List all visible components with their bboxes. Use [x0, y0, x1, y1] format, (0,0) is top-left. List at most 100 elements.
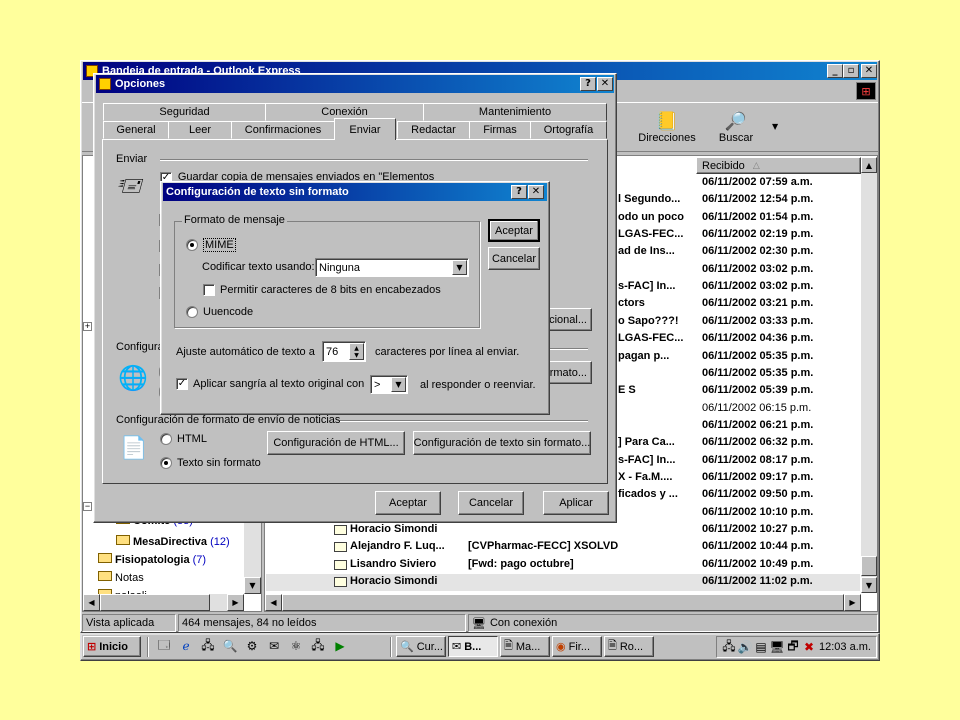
mime-radio[interactable]: [186, 239, 198, 251]
opciones-aplicar-button[interactable]: Aplicar: [543, 491, 609, 515]
message-subject: ficados y ...: [618, 488, 678, 501]
chevron-down-icon[interactable]: ▼: [391, 377, 406, 392]
task-button-ma[interactable]: 🗎 Ma...: [500, 636, 550, 657]
message-vscroll-down-icon[interactable]: ▼: [861, 577, 877, 593]
permitir-8bits-checkbox[interactable]: [203, 284, 215, 296]
task-button-fir[interactable]: ◉ Fir...: [552, 636, 602, 657]
tab-seguridad[interactable]: Seguridad: [103, 103, 266, 121]
options-icon: [99, 78, 111, 90]
app-icon[interactable]: ⚛: [288, 638, 304, 654]
sangria-select[interactable]: > ▼: [370, 375, 408, 394]
envelope-icon: [334, 559, 347, 570]
folder-hscroll-right-icon[interactable]: ▶: [227, 594, 244, 611]
media-player-icon[interactable]: ▶: [332, 638, 348, 654]
buscar-dropdown-arrow-icon[interactable]: ▼: [772, 122, 778, 131]
spinner-arrows-icon[interactable]: ▲ ▼: [349, 343, 364, 360]
config-aceptar-button[interactable]: Aceptar: [488, 219, 540, 242]
task-button-ro[interactable]: 🗎 Ro...: [604, 636, 654, 657]
tab-confirmaciones[interactable]: Confirmaciones: [231, 121, 335, 139]
news-texto-option[interactable]: Texto sin formato: [160, 457, 261, 469]
tab-firmas[interactable]: Firmas: [469, 121, 531, 139]
config-cancelar-button[interactable]: Cancelar: [488, 247, 540, 270]
folder-hscroll-left-icon[interactable]: ◀: [83, 594, 100, 611]
search-icon[interactable]: 🔍: [222, 638, 238, 654]
enviar-section-line: [160, 159, 588, 161]
message-row[interactable]: Lisandro Siviero [Fwd: pago octubre] 06/11…: [266, 557, 860, 574]
tab-redactar[interactable]: Redactar: [397, 121, 470, 139]
minimize-button[interactable]: _: [827, 64, 843, 78]
app-icon[interactable]: 🖧: [200, 638, 216, 654]
opciones-cancelar-button[interactable]: Cancelar: [458, 491, 524, 515]
message-vscroll-thumb[interactable]: [861, 556, 877, 576]
tree-collapse-icon[interactable]: −: [83, 502, 92, 511]
app-icon[interactable]: ⚙: [244, 638, 260, 654]
ajuste-spinner[interactable]: 76 ▲ ▼: [322, 341, 366, 362]
message-date: 06/11/2002 07:59 a.m.: [702, 176, 813, 188]
task-button-bandeja[interactable]: ✉ B...: [448, 636, 498, 657]
formato-mensaje-label: Formato de mensaje: [182, 214, 287, 226]
maximize-button[interactable]: ▫: [843, 64, 859, 78]
message-vscroll[interactable]: [861, 157, 877, 593]
config-texto-close-button[interactable]: ✕: [528, 185, 544, 199]
folder-icon: [98, 553, 112, 563]
opciones-close-button[interactable]: ✕: [597, 77, 613, 91]
status-messages: 464 mensajes, 84 no leídos: [178, 614, 466, 632]
task-button-cur[interactable]: 🔍 Cur...: [396, 636, 446, 657]
volume-icon[interactable]: 🔊: [737, 639, 753, 655]
message-hscroll-left-icon[interactable]: ◀: [265, 594, 282, 611]
uuencode-option[interactable]: Uuencode: [186, 306, 253, 318]
message-row[interactable]: Alejandro F. Luq... [CVPharmac-FECC] XSOL…: [266, 539, 860, 556]
config-html-button[interactable]: Configuración de HTML...: [267, 431, 405, 455]
message-vscroll-up-icon[interactable]: ▲: [861, 157, 877, 173]
chevron-down-icon[interactable]: ▼: [452, 260, 467, 275]
direcciones-button[interactable]: 📒 Direcciones: [632, 104, 702, 150]
network-icon[interactable]: 🖧: [721, 639, 737, 655]
tree-expand-icon[interactable]: +: [83, 322, 92, 331]
app-tray-icon[interactable]: 🗗: [785, 639, 801, 655]
folder-notas[interactable]: Notas: [98, 571, 144, 584]
tab-ortografia[interactable]: Ortografía: [530, 121, 607, 139]
tab-enviar[interactable]: Enviar: [334, 118, 396, 140]
codificar-select[interactable]: Ninguna ▼: [315, 258, 469, 277]
show-desktop-icon[interactable]: 🗔: [156, 638, 172, 654]
message-hscroll-thumb[interactable]: [282, 594, 844, 611]
app-icon[interactable]: 🖧: [310, 638, 326, 654]
opciones-aceptar-button[interactable]: Aceptar: [375, 491, 441, 515]
news-html-radio[interactable]: [160, 433, 172, 445]
news-html-option[interactable]: HTML: [160, 433, 207, 445]
clock[interactable]: 12:03 a.m.: [819, 641, 871, 653]
message-subject: l Segundo...: [618, 193, 681, 206]
opciones-help-button[interactable]: ?: [580, 77, 596, 91]
sangria-checkbox[interactable]: ✓: [176, 378, 188, 390]
windows-flag-icon: ⊞: [87, 640, 97, 653]
folder-hscroll-thumb[interactable]: [100, 594, 210, 611]
column-header-recibido[interactable]: Recibido △: [696, 157, 861, 174]
close-button[interactable]: ✕: [861, 64, 877, 78]
uuencode-radio[interactable]: [186, 306, 198, 318]
app-icon[interactable]: ✉: [266, 638, 282, 654]
tab-leer[interactable]: Leer: [168, 121, 232, 139]
app-tray-icon[interactable]: ▤: [753, 639, 769, 655]
message-row[interactable]: Horacio Simondi 06/11/2002 11:02 p.m.: [266, 574, 860, 592]
permitir-8bits-option[interactable]: Permitir caracteres de 8 bits en encabez…: [203, 284, 441, 296]
sangria-suffix: al responder o reenviar.: [420, 379, 536, 391]
message-hscroll-right-icon[interactable]: ▶: [844, 594, 861, 611]
tab-general[interactable]: General: [103, 121, 169, 139]
mime-option[interactable]: MIME: [186, 238, 236, 252]
start-button[interactable]: ⊞ Inicio: [83, 636, 141, 657]
folder-fisiopatologia[interactable]: Fisiopatologia (7): [98, 553, 206, 566]
folder-mesadirectiva[interactable]: MesaDirectiva (12): [116, 535, 230, 548]
config-texto-help-button[interactable]: ?: [511, 185, 527, 199]
app-tray-icon[interactable]: ✖: [801, 639, 817, 655]
message-subject: ctors: [618, 297, 645, 310]
tab-mantenimiento[interactable]: Mantenimiento: [423, 103, 607, 121]
buscar-button[interactable]: 🔎 Buscar: [708, 104, 764, 150]
monitor-icon[interactable]: 🖥: [769, 639, 785, 655]
firefox-icon: ◉: [556, 640, 566, 653]
news-texto-radio[interactable]: [160, 457, 172, 469]
internet-explorer-icon[interactable]: ℯ: [178, 638, 194, 654]
config-texto-button[interactable]: Configuración de texto sin formato...: [413, 431, 591, 455]
folder-vscroll-down-icon[interactable]: ▼: [244, 577, 261, 594]
message-row[interactable]: Horacio Simondi 06/11/2002 10:27 p.m.: [266, 522, 860, 539]
sangria-option[interactable]: ✓ Aplicar sangría al texto original con: [176, 378, 364, 390]
